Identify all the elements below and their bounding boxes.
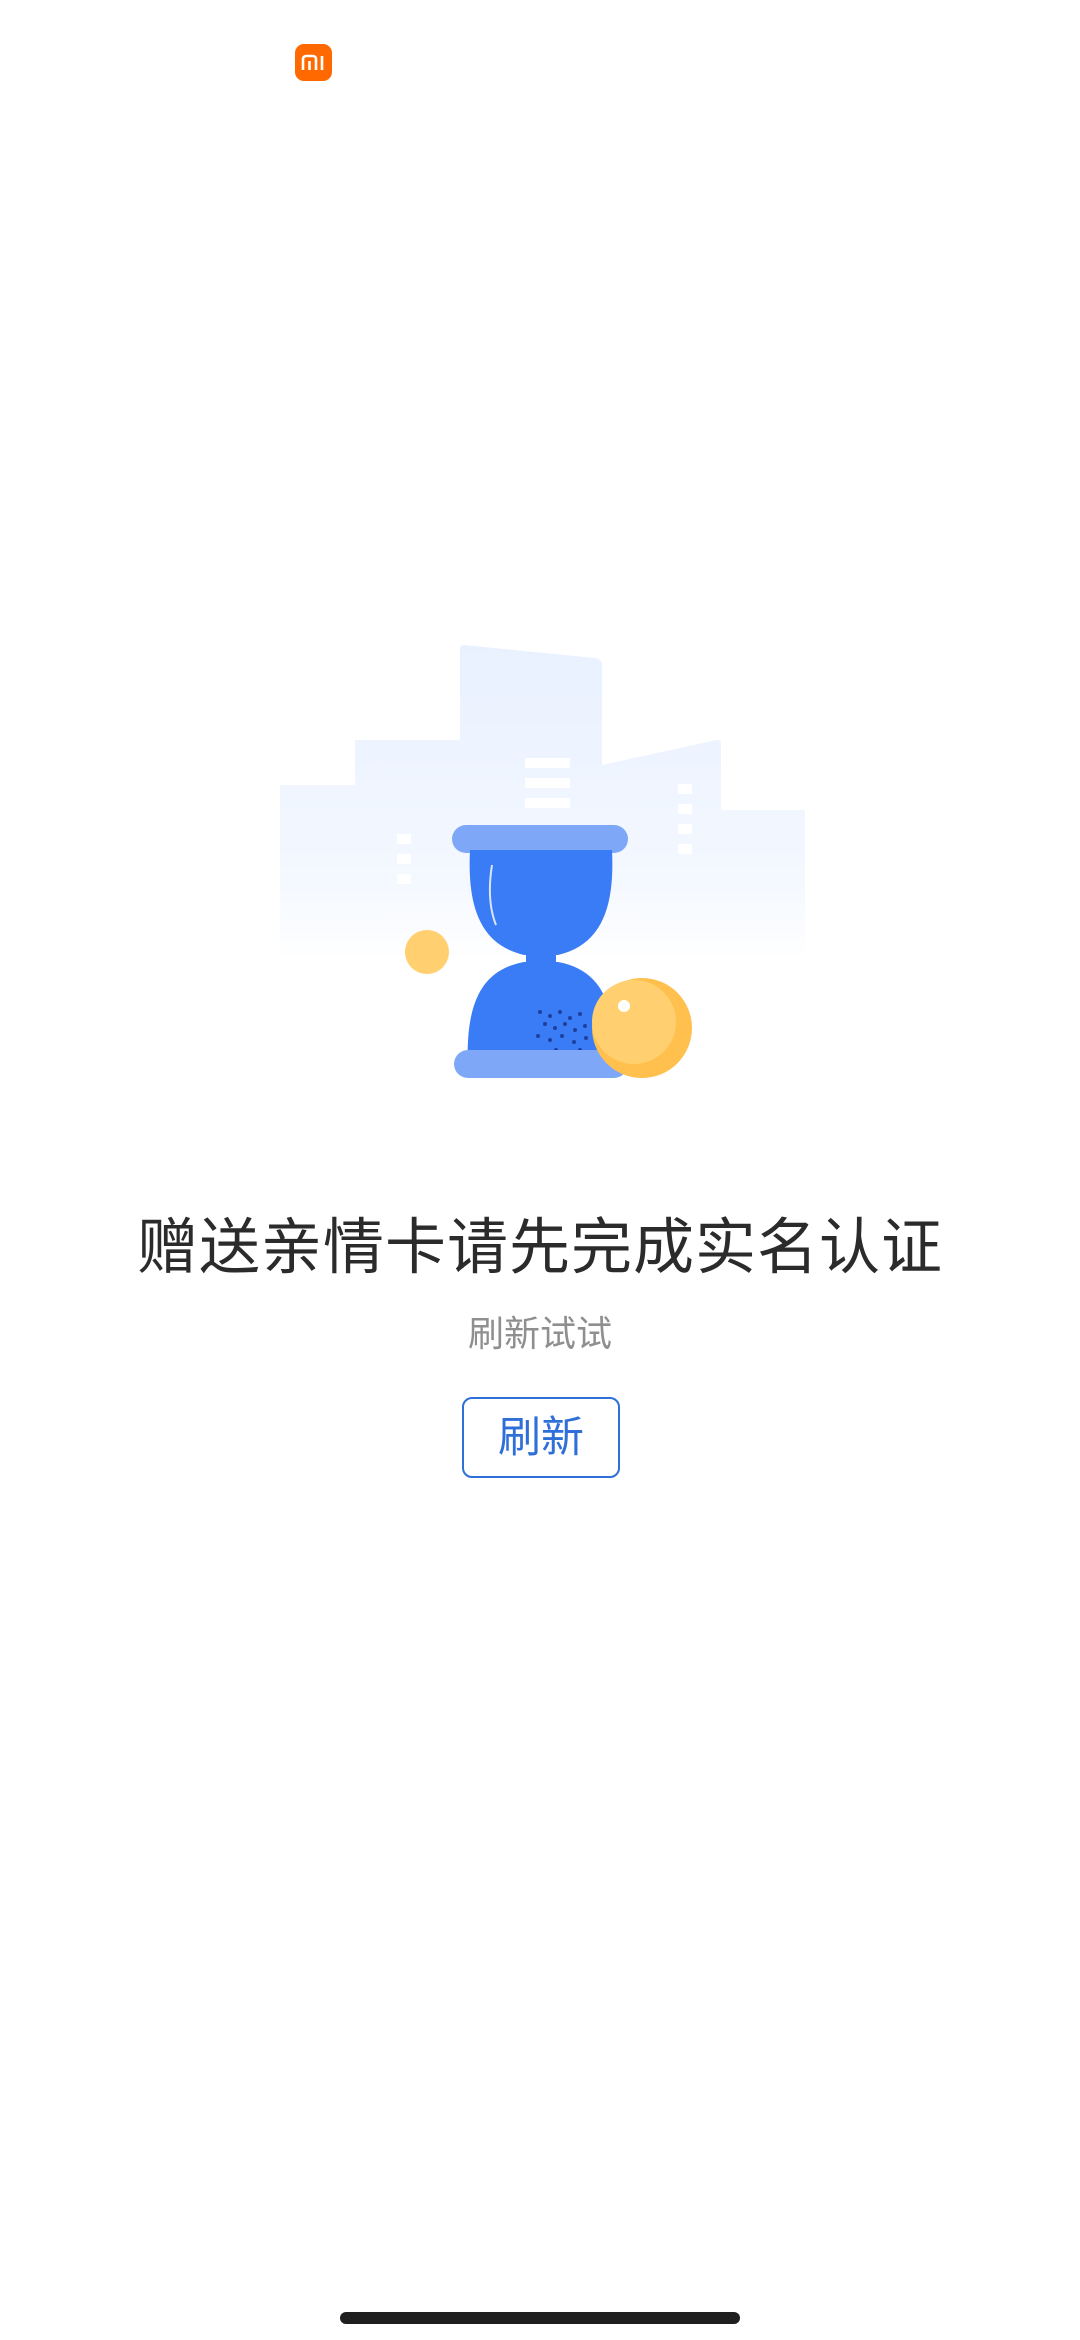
status-bar	[0, 0, 1080, 110]
hourglass-icon	[280, 645, 805, 1078]
page-title: 赠送亲情卡请先完成实名认证	[136, 1212, 943, 1283]
home-indicator[interactable]	[340, 2312, 740, 2324]
hourglass-illustration	[270, 640, 810, 1100]
refresh-button[interactable]: 刷新	[462, 1397, 620, 1478]
hint-text: 刷新试试	[467, 1314, 612, 1355]
mi-logo-icon	[295, 44, 332, 81]
